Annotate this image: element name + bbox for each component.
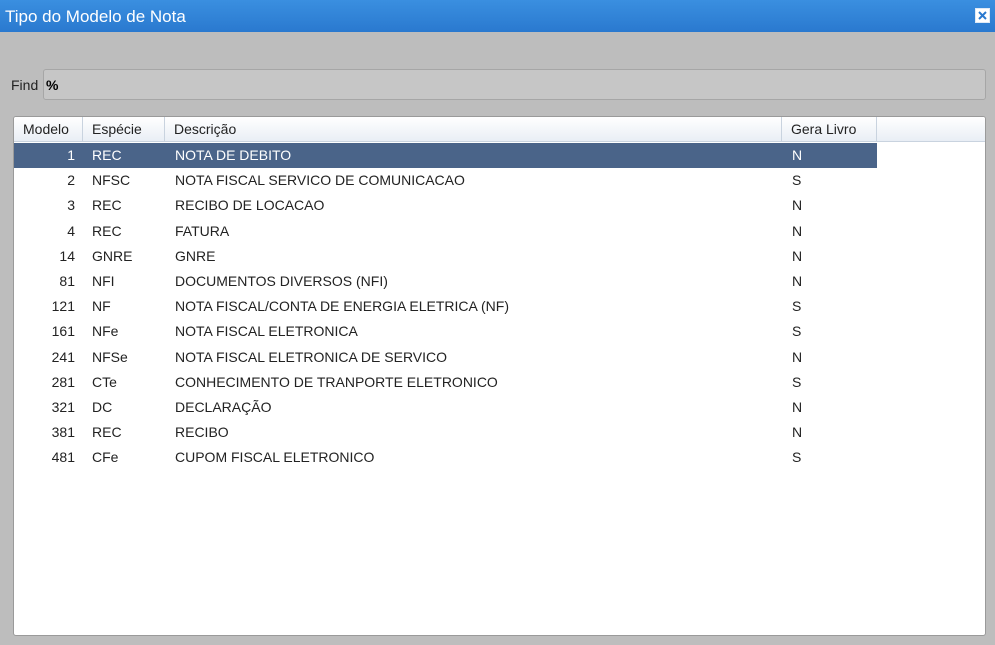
cell-gera-livro: S (792, 298, 802, 315)
cell-modelo: 161 (51, 323, 75, 340)
table-row[interactable]: 14 GNRE GNRE N (14, 244, 985, 269)
cell-gera-livro: N (792, 272, 803, 289)
cell-modelo: 2 (67, 172, 75, 189)
cell-especie: REC (92, 222, 122, 239)
cell-descricao: DECLARAÇÃO (175, 398, 272, 415)
table-row[interactable]: 161 NFe NOTA FISCAL ELETRONICA S (14, 319, 985, 344)
table-row[interactable]: 241 NFSe NOTA FISCAL ELETRONICA DE SERVICO… (14, 345, 985, 370)
cell-especie: NFe (92, 323, 119, 340)
table-row[interactable]: 381 REC RECIBO N (14, 420, 985, 445)
cell-especie: REC (92, 424, 122, 441)
close-icon (978, 11, 987, 20)
cell-especie: NFSe (92, 348, 128, 365)
table-row[interactable]: 481 CFe CUPOM FISCAL ELETRONICO S (14, 445, 985, 470)
window-title: Tipo do Modelo de Nota (5, 7, 186, 26)
cell-gera-livro: S (792, 449, 802, 466)
find-label: Find (11, 77, 39, 93)
cell-gera-livro: N (792, 424, 803, 441)
table-body: 1 REC NOTA DE DEBITO N 2 NFSC NOTA FISCAL SERV… (14, 143, 985, 470)
cell-descricao: GNRE (175, 247, 216, 264)
cell-especie: NF (92, 298, 111, 315)
cell-especie: REC (92, 147, 122, 163)
cell-modelo: 321 (51, 398, 75, 415)
cell-gera-livro: N (792, 247, 803, 264)
cell-modelo: 1 (67, 147, 75, 163)
column-header-descricao[interactable]: Descrição (165, 117, 782, 141)
cell-gera-livro: N (792, 398, 803, 415)
table-row[interactable]: 1 REC NOTA DE DEBITO N (14, 143, 877, 169)
cell-gera-livro: S (792, 172, 802, 189)
cell-descricao: CUPOM FISCAL ELETRONICO (175, 449, 375, 466)
table-row[interactable]: 3 REC RECIBO DE LOCACAO N (14, 193, 985, 218)
cell-modelo: 281 (51, 373, 75, 390)
cell-descricao: DOCUMENTOS DIVERSOS (NFI) (175, 272, 388, 289)
dialog-window: Tipo do Modelo de Nota Find Modelo Espéc… (0, 0, 995, 645)
cell-descricao: NOTA FISCAL/CONTA DE ENERGIA ELETRICA (N… (175, 298, 509, 315)
table-header: Modelo Espécie Descrição Gera Livro (14, 117, 985, 142)
cell-modelo: 481 (51, 449, 75, 466)
cell-modelo: 241 (51, 348, 75, 365)
cell-especie: NFSC (92, 172, 131, 189)
cell-descricao: NOTA FISCAL SERVICO DE COMUNICACAO (175, 172, 465, 189)
column-header-gera-livro[interactable]: Gera Livro (782, 117, 877, 141)
title-bar[interactable]: Tipo do Modelo de Nota (0, 0, 995, 32)
column-header-especie[interactable]: Espécie (83, 117, 165, 141)
cell-gera-livro: N (792, 197, 803, 214)
cell-gera-livro: N (792, 147, 803, 163)
cell-descricao: CONHECIMENTO DE TRANPORTE ELETRONICO (175, 373, 498, 390)
table-row[interactable]: 81 NFI DOCUMENTOS DIVERSOS (NFI) N (14, 269, 985, 294)
find-input[interactable] (43, 69, 986, 100)
table-row[interactable]: 121 NF NOTA FISCAL/CONTA DE ENERGIA ELETRI… (14, 294, 985, 319)
cell-descricao: RECIBO DE LOCACAO (175, 197, 325, 214)
cell-gera-livro: N (792, 348, 803, 365)
table-row[interactable]: 321 DC DECLARAÇÃO N (14, 395, 985, 420)
cell-descricao: NOTA FISCAL ELETRONICA DE SERVICO (175, 348, 448, 365)
cell-especie: CFe (92, 449, 119, 466)
cell-modelo: 14 (59, 247, 75, 264)
cell-gera-livro: N (792, 222, 803, 239)
cell-modelo: 4 (67, 222, 75, 239)
cell-especie: GNRE (92, 247, 133, 264)
close-button[interactable] (975, 8, 990, 23)
table-row[interactable]: 4 REC FATURA N (14, 219, 985, 244)
cell-modelo: 81 (59, 272, 75, 289)
cell-especie: DC (92, 398, 113, 415)
cell-especie: REC (92, 197, 122, 214)
cell-gera-livro: S (792, 323, 802, 340)
cell-descricao: RECIBO (175, 424, 229, 441)
cell-modelo: 121 (51, 298, 75, 315)
table-row[interactable]: 2 NFSC NOTA FISCAL SERVICO DE COMUNICACAO S (14, 168, 985, 193)
cell-modelo: 3 (67, 197, 75, 214)
cell-modelo: 381 (51, 424, 75, 441)
cell-gera-livro: S (792, 373, 802, 390)
cell-descricao: FATURA (175, 222, 230, 239)
table-row[interactable]: 281 CTe CONHECIMENTO DE TRANPORTE ELETRONI… (14, 370, 985, 395)
column-header-modelo[interactable]: Modelo (14, 117, 83, 141)
cell-descricao: NOTA DE DEBITO (175, 147, 292, 163)
cell-especie: CTe (92, 373, 117, 390)
cell-especie: NFI (92, 272, 115, 289)
results-table: Modelo Espécie Descrição Gera Livro 1 REC… (13, 116, 986, 636)
cell-descricao: NOTA FISCAL ELETRONICA (175, 323, 358, 340)
